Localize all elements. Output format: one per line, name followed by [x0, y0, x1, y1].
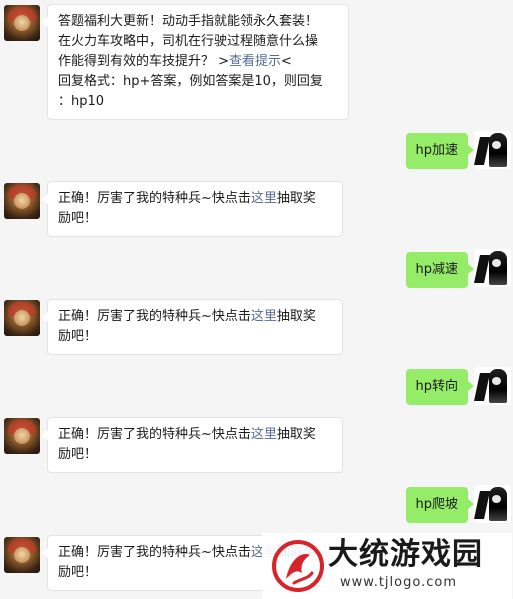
- user-avatar[interactable]: [474, 485, 511, 523]
- question-line-1: 答题福利大更新！动动手指就能领永久套装！: [58, 14, 319, 29]
- question-line-2: 在火力车攻略中，司机在行驶过程随意什么操: [58, 34, 319, 49]
- reply-text: hp爬坡: [415, 497, 459, 512]
- view-hint-link[interactable]: 查看提示: [229, 54, 281, 69]
- question-line-3: 作能得到有效的车技提升？ >查看提示<: [58, 54, 292, 69]
- question-line-5: ：hp10: [58, 94, 105, 109]
- correct-message-bubble: 正确！厉害了我的特种兵~快点击这里抽取奖 励吧！: [42, 299, 343, 355]
- correct-line-2: 励吧！: [58, 211, 98, 226]
- bot-avatar[interactable]: [4, 537, 40, 573]
- correct-message-bubble: 正确！厉害了我的特种兵~快点击这里抽取奖 励吧！: [42, 181, 343, 237]
- reply-text: hp减速: [415, 262, 459, 277]
- correct-line-1: 正确！厉害了我的特种兵~快点击这里抽取奖: [58, 309, 316, 324]
- site-logo-icon: [272, 540, 324, 592]
- correct-line-1: 正确！厉害了我的特种兵~快点击这里抽取奖: [58, 191, 316, 206]
- correct-message-bubble: 正确！厉害了我的特种兵~快点击这里抽取奖 励吧！: [42, 417, 343, 473]
- user-avatar[interactable]: [474, 249, 511, 287]
- user-avatar[interactable]: [474, 131, 511, 169]
- user-avatar[interactable]: [474, 367, 511, 405]
- question-line-4: 回复格式：hp+答案，例如答案是10，则回复: [58, 74, 323, 89]
- claim-reward-link[interactable]: 这里: [251, 427, 277, 442]
- claim-reward-link[interactable]: 这里: [251, 309, 277, 324]
- watermark-url: www.tjlogo.com: [340, 575, 457, 590]
- bot-avatar[interactable]: [4, 5, 40, 41]
- bot-avatar[interactable]: [4, 300, 40, 336]
- reply-bubble-4: hp爬坡: [405, 487, 474, 523]
- correct-line-2: 励吧！: [58, 329, 98, 344]
- reply-text: hp加速: [415, 143, 459, 158]
- reply-text: hp转向: [415, 379, 459, 394]
- chat-thread: 答题福利大更新！动动手指就能领永久套装！ 在火力车攻略中，司机在行驶过程随意什么…: [0, 0, 513, 599]
- reply-bubble-3: hp转向: [405, 369, 474, 405]
- reply-bubble-2: hp减速: [405, 252, 474, 288]
- correct-line-2: 励吧！: [58, 447, 98, 462]
- bot-avatar[interactable]: [4, 418, 40, 454]
- claim-reward-link[interactable]: 这里: [251, 191, 277, 206]
- site-watermark: 大统游戏园 www.tjlogo.com: [262, 533, 512, 599]
- reply-bubble-1: hp加速: [405, 133, 474, 169]
- bot-avatar[interactable]: [4, 183, 40, 219]
- watermark-title: 大统游戏园: [328, 537, 483, 572]
- question-message-bubble: 答题福利大更新！动动手指就能领永久套装！ 在火力车攻略中，司机在行驶过程随意什么…: [42, 4, 349, 120]
- correct-line-1: 正确！厉害了我的特种兵~快点击这里抽取奖: [58, 427, 316, 442]
